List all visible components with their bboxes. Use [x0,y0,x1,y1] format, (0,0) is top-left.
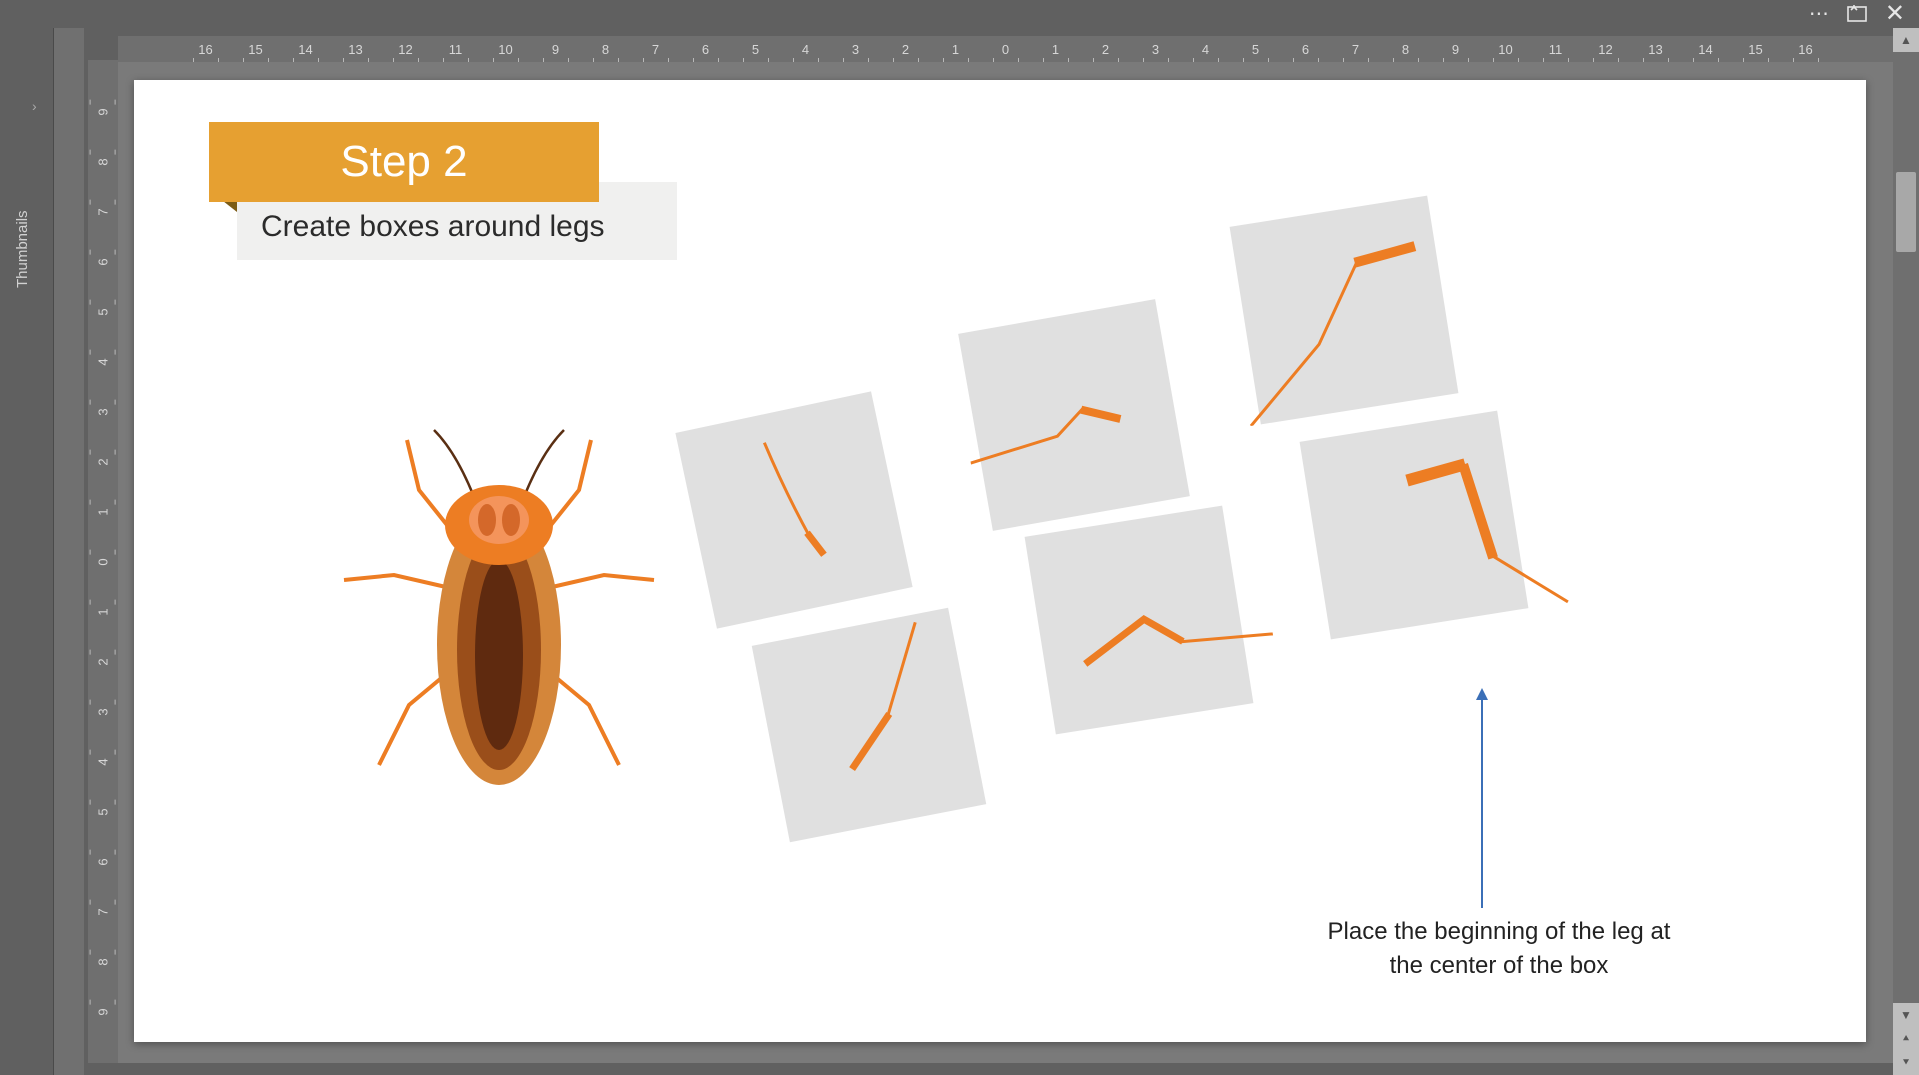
scroll-up-icon[interactable]: ▲ [1893,28,1919,52]
ruler-tick: 14 [281,42,331,57]
ruler-tick: 16 [1781,42,1831,57]
titlebar-controls: ⋯ ✕ [1809,0,1919,28]
annotation-arrow-icon [1481,690,1483,908]
ruler-tick: 1 [88,508,118,515]
vertical-scrollbar[interactable]: ▲ ▼ ⯅ ⯆ [1893,28,1919,1075]
ruler-tick: 2 [88,658,118,665]
restore-window-icon[interactable] [1847,4,1867,25]
ruler-tick: 16 [181,42,231,57]
ruler-tick: 1 [1031,42,1081,57]
ruler-tick: 4 [781,42,831,57]
leg-box-4 [752,608,986,842]
step-ribbon: Step 2 [209,122,599,202]
ruler-tick: 1 [931,42,981,57]
ruler-tick: 10 [481,42,531,57]
leg-box-2 [958,299,1190,531]
ruler-tick: 6 [88,258,118,265]
scroll-next-slide-icon[interactable]: ⯆ [1893,1051,1919,1075]
ruler-tick: 10 [1481,42,1531,57]
ruler-tick: 4 [88,358,118,365]
ruler-tick: 5 [731,42,781,57]
ruler-tick: 5 [88,808,118,815]
ruler-tick: 7 [1331,42,1381,57]
ruler-tick: 11 [1531,42,1581,57]
expand-thumbnails-icon[interactable]: › [32,98,37,114]
ruler-tick: 0 [88,558,118,565]
ruler-tick: 2 [88,458,118,465]
ruler-tick: 6 [681,42,731,57]
ruler-tick: 14 [1681,42,1731,57]
ruler-tick: 9 [88,108,118,115]
scroll-track[interactable] [1893,52,1919,1003]
ruler-tick: 12 [381,42,431,57]
more-icon[interactable]: ⋯ [1809,4,1829,24]
leg-box-5 [1025,506,1254,735]
ruler-tick: 6 [1281,42,1331,57]
cockroach-illustration [339,425,659,805]
ruler-tick: 4 [88,758,118,765]
leg-box-3 [1230,196,1459,425]
scroll-thumb[interactable] [1896,172,1916,252]
ruler-tick: 9 [531,42,581,57]
ruler-tick: 12 [1581,42,1631,57]
ruler-tick: 13 [1631,42,1681,57]
ruler-tick: 8 [88,158,118,165]
panel-gutter [54,28,84,1075]
vertical-ruler[interactable]: 9 8 7 6 5 4 3 2 1 0 1 2 3 4 5 6 7 8 9 [88,60,118,1063]
slide[interactable]: Create boxes around legs Step 2 [134,80,1866,1042]
ruler-tick: 1 [88,608,118,615]
ruler-tick: 2 [1081,42,1131,57]
ruler-tick: 9 [1431,42,1481,57]
ruler-tick: 7 [631,42,681,57]
ruler-tick: 3 [88,408,118,415]
ruler-tick: 11 [431,42,481,57]
annotation-text: Place the beginning of the leg at the ce… [1319,915,1679,982]
ruler-tick: 8 [1381,42,1431,57]
ruler-tick: 8 [88,958,118,965]
ruler-tick: 3 [1131,42,1181,57]
close-icon[interactable]: ✕ [1885,2,1905,26]
ruler-tick: 6 [88,858,118,865]
ruler-tick: 15 [1731,42,1781,57]
ruler-tick: 5 [88,308,118,315]
ruler-tick: 4 [1181,42,1231,57]
horizontal-ruler[interactable]: 1615141312111098765432101234567891011121… [118,36,1893,62]
ruler-tick: 8 [581,42,631,57]
thumbnails-panel: Thumbnails › [0,28,54,1075]
ruler-tick: 13 [331,42,381,57]
ruler-tick: 2 [881,42,931,57]
ruler-tick: 9 [88,1008,118,1015]
leg-box-6 [1300,411,1529,640]
ruler-tick: 3 [88,708,118,715]
ruler-tick: 15 [231,42,281,57]
scroll-prev-slide-icon[interactable]: ⯅ [1893,1027,1919,1051]
slide-canvas-area[interactable]: Create boxes around legs Step 2 [118,62,1893,1063]
thumbnails-label[interactable]: Thumbnails [14,210,31,288]
ruler-tick: 5 [1231,42,1281,57]
leg-box-1 [675,391,912,628]
step-banner: Create boxes around legs Step 2 [209,122,599,202]
scroll-down-icon[interactable]: ▼ [1893,1003,1919,1027]
ruler-tick: 7 [88,908,118,915]
ruler-tick: 3 [831,42,881,57]
ruler-tick: 0 [981,42,1031,57]
ruler-tick: 7 [88,208,118,215]
